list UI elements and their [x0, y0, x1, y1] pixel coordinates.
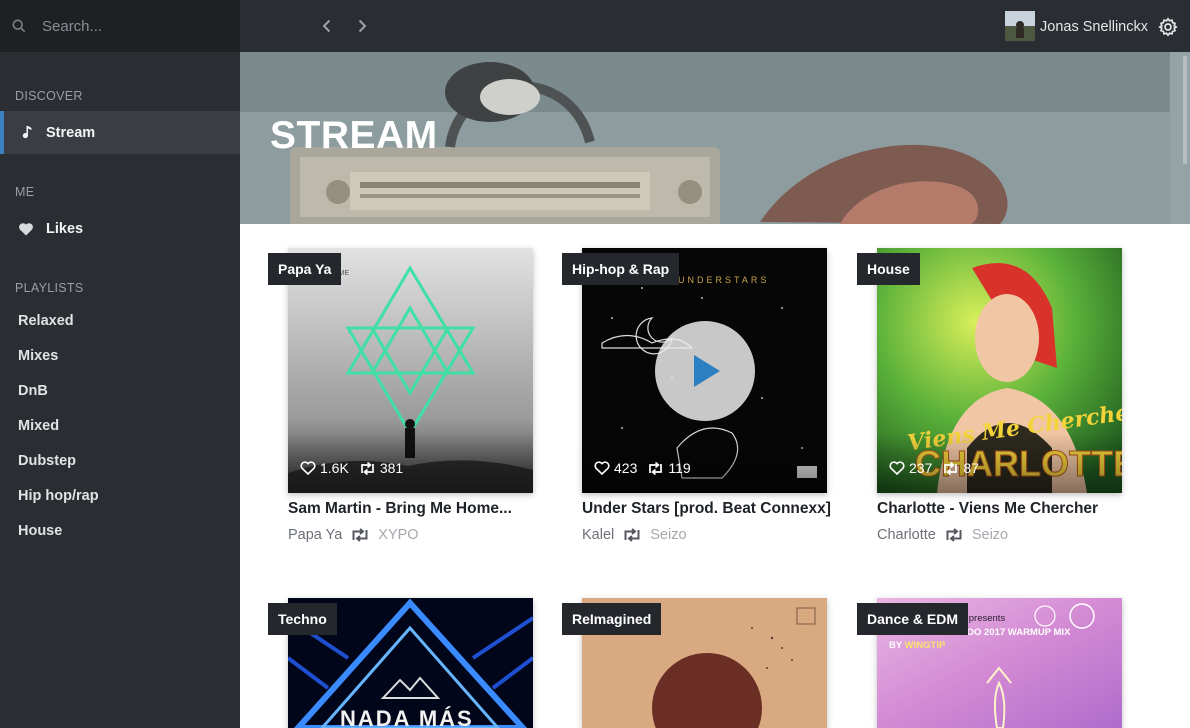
repost-count-value: 87 — [963, 460, 979, 476]
repost-icon — [352, 528, 368, 542]
section-me: ME — [15, 185, 35, 199]
like-count[interactable]: 423 — [594, 460, 637, 476]
track-stats: 423 119 — [594, 460, 701, 476]
track-title[interactable]: Sam Martin - Bring Me Home... — [288, 500, 548, 518]
cover-text: BY WINGTIP — [889, 640, 946, 651]
search-input[interactable] — [42, 14, 227, 38]
track-stats: 1.6K 381 — [300, 460, 413, 476]
playlist-item[interactable]: Hip hop/rap — [18, 488, 99, 504]
repost-icon — [944, 461, 958, 475]
forward-button[interactable] — [349, 13, 375, 39]
top-bar: Jonas Snellinckx — [240, 0, 1190, 52]
gear-icon[interactable] — [1158, 17, 1178, 37]
track-reposter[interactable]: Seizo — [972, 527, 1008, 543]
search-icon — [12, 19, 26, 33]
track-artist[interactable]: Papa Ya — [288, 527, 342, 543]
repost-count[interactable]: 381 — [359, 460, 403, 476]
heart-outline-icon — [594, 461, 610, 475]
avatar-image — [1005, 11, 1035, 41]
playlist-item[interactable]: Mixes — [18, 348, 58, 364]
genre-tag[interactable]: ReImagined — [562, 603, 662, 635]
track-meta: Papa Ya XYPO — [288, 527, 419, 543]
playlist-item[interactable]: Relaxed — [18, 313, 74, 329]
sidebar: DISCOVER Stream ME Likes PLAYLISTS Relax… — [0, 0, 240, 728]
like-count-value: 423 — [614, 460, 638, 476]
sidebar-item-stream[interactable]: Stream — [0, 111, 240, 154]
genre-tag[interactable]: House — [857, 253, 920, 285]
track-meta: Kalel Seizo — [582, 527, 687, 543]
music-note-icon — [22, 126, 32, 139]
like-count-value: 237 — [909, 460, 933, 476]
search-bar — [0, 0, 240, 52]
genre-tag[interactable]: Dance & EDM — [857, 603, 969, 635]
track-reposter[interactable]: Seizo — [650, 527, 686, 543]
back-button[interactable] — [314, 13, 340, 39]
track-reposter[interactable]: XYPO — [378, 527, 418, 543]
genre-tag[interactable]: Techno — [268, 603, 337, 635]
sidebar-item-label: Likes — [46, 220, 84, 237]
playlist-item[interactable]: Mixed — [18, 418, 59, 434]
like-count[interactable]: 1.6K — [300, 460, 349, 476]
heart-outline-icon — [889, 461, 905, 475]
sidebar-item-label: Stream — [46, 124, 96, 141]
repost-count[interactable]: 87 — [942, 460, 979, 476]
repost-count[interactable]: 119 — [647, 460, 691, 476]
section-playlists: PLAYLISTS — [15, 281, 84, 295]
playlist-item[interactable]: Dubstep — [18, 453, 76, 469]
track-title[interactable]: Charlotte - Viens Me Chercher — [877, 500, 1137, 518]
like-count[interactable]: 237 — [889, 460, 932, 476]
repost-count-value: 119 — [668, 460, 691, 476]
repost-count-value: 381 — [379, 460, 404, 476]
repost-icon — [360, 461, 374, 475]
playlist-item[interactable]: House — [18, 523, 62, 539]
avatar[interactable] — [1005, 11, 1035, 41]
heart-outline-icon — [300, 461, 316, 475]
genre-tag[interactable]: Hip-hop & Rap — [562, 253, 680, 285]
track-meta: Charlotte Seizo — [877, 527, 1008, 543]
chevron-right-icon — [358, 19, 367, 33]
play-button[interactable] — [655, 321, 755, 421]
cover-text: NADA MÁS — [340, 706, 474, 728]
scrollbar-thumb[interactable] — [1183, 56, 1187, 164]
cover-text: UNDERSTARS — [678, 275, 769, 285]
repost-icon — [649, 461, 663, 475]
track-title[interactable]: Under Stars [prod. Beat Connexx] — [582, 500, 842, 518]
section-discover: DISCOVER — [15, 89, 83, 103]
repost-icon — [946, 528, 962, 542]
repost-icon — [624, 528, 640, 542]
genre-tag[interactable]: Papa Ya — [268, 253, 342, 285]
like-count-value: 1.6K — [320, 460, 349, 476]
play-icon — [694, 355, 720, 387]
track-artist[interactable]: Kalel — [582, 527, 614, 543]
track-stats: 237 87 — [889, 460, 989, 476]
heart-icon — [19, 223, 33, 236]
stream-banner: STREAM — [240, 52, 1190, 224]
playlist-item[interactable]: DnB — [18, 383, 48, 399]
track-artist[interactable]: Charlotte — [877, 527, 936, 543]
chevron-left-icon — [322, 19, 331, 33]
username[interactable]: Jonas Snellinckx — [1040, 19, 1148, 35]
sidebar-item-likes[interactable]: Likes — [0, 207, 240, 250]
page-title: STREAM — [270, 114, 438, 157]
